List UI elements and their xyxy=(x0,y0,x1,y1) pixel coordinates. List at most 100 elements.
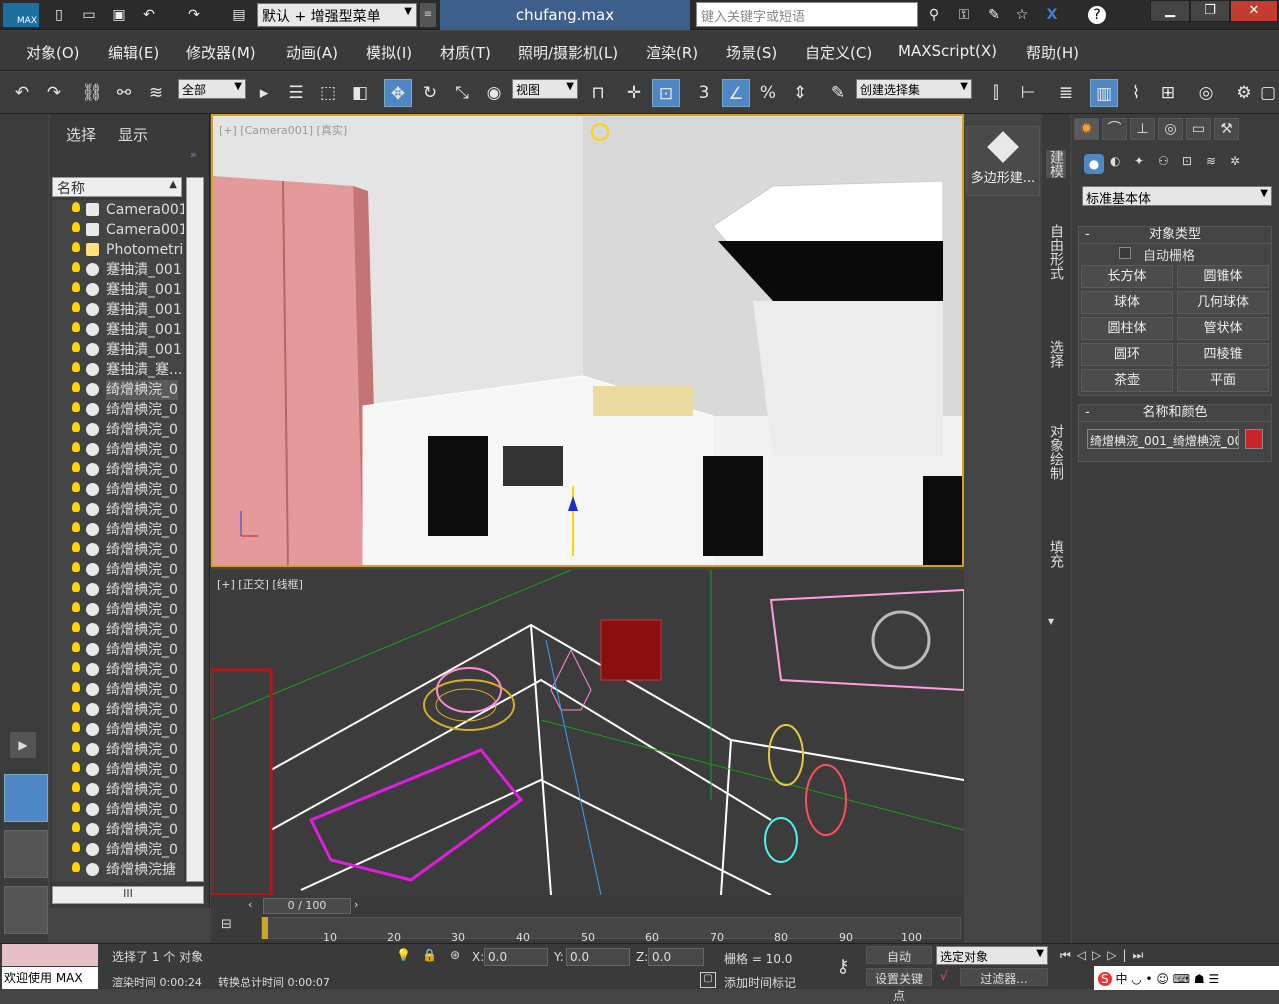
workspace-select[interactable]: 默认 + 增强型菜单 ▼ xyxy=(257,3,417,27)
scene-object-row[interactable]: 蹇抽潰_001 xyxy=(52,280,184,300)
light-bulb-icon[interactable] xyxy=(72,622,80,632)
scene-object-row[interactable]: 绮熷椣浣_0 xyxy=(52,540,184,560)
light-bulb-icon[interactable] xyxy=(72,242,80,252)
restore-button[interactable]: ❐ xyxy=(1190,0,1230,22)
tab-object-paint[interactable]: 对象绘制 xyxy=(1046,424,1066,480)
scene-object-row[interactable]: 蹇抽潰_蹇... xyxy=(52,360,184,380)
light-bulb-icon[interactable] xyxy=(72,262,80,272)
scene-object-row[interactable]: 绮熷椣浣_0 xyxy=(52,600,184,620)
scene-object-row[interactable]: 绮熷椣浣_0 xyxy=(52,760,184,780)
light-bulb-icon[interactable] xyxy=(72,642,80,652)
lock-icon[interactable]: 🔒 xyxy=(422,948,437,962)
tube-button[interactable]: 管状体 xyxy=(1177,317,1269,340)
render-setup-icon[interactable]: ⚙ xyxy=(1230,79,1258,107)
cameras-icon[interactable]: ⚇ xyxy=(1158,154,1169,168)
select-by-name-icon[interactable]: ☰ xyxy=(282,79,310,107)
orthographic-viewport[interactable]: [+] [正交] [线框] xyxy=(211,570,964,895)
tab-freeform[interactable]: 自由形式 xyxy=(1046,224,1066,280)
layout-tab-2[interactable] xyxy=(4,830,48,878)
poly-modeling-button[interactable]: 多边形建... xyxy=(966,126,1040,196)
light-bulb-icon[interactable] xyxy=(72,322,80,332)
isolate-icon[interactable]: 💡 xyxy=(396,948,411,962)
snaps-toggle-icon[interactable]: 3 xyxy=(690,79,718,107)
scene-object-row[interactable]: 绮熷椣浣_0 xyxy=(52,680,184,700)
display-tab-icon[interactable]: ▭ xyxy=(1186,118,1211,140)
light-bulb-icon[interactable] xyxy=(72,522,80,532)
mini-curve-editor-icon[interactable]: ⊟ xyxy=(221,917,245,935)
modify-tab-icon[interactable]: ⌒ xyxy=(1102,118,1127,140)
systems-icon[interactable]: ✲ xyxy=(1230,154,1240,168)
rectangle-region-icon[interactable]: ⬚ xyxy=(314,79,342,107)
light-bulb-icon[interactable] xyxy=(72,582,80,592)
expand-arrows-icon[interactable]: » xyxy=(190,148,197,161)
welcome-text[interactable]: 欢迎使用 MAX xyxy=(2,967,98,989)
redo-icon[interactable]: ↷ xyxy=(185,6,203,24)
box-button[interactable]: 长方体 xyxy=(1081,265,1173,288)
cone-button[interactable]: 圆锥体 xyxy=(1177,265,1269,288)
menu-object[interactable]: 对象(O) xyxy=(26,42,80,63)
scene-object-row[interactable]: Photometric xyxy=(52,240,184,260)
reference-coordinate-select[interactable]: 视图 ▼ xyxy=(512,79,578,99)
cylinder-button[interactable]: 圆柱体 xyxy=(1081,317,1173,340)
geometry-category-select[interactable]: 标准基本体 ▼ xyxy=(1082,186,1272,207)
scene-object-row[interactable]: 绮熷椣浣搪 xyxy=(52,860,184,880)
geosphere-button[interactable]: 几何球体 xyxy=(1177,291,1269,314)
maxscript-listener-mini[interactable] xyxy=(2,944,98,966)
layout-tab-3[interactable] xyxy=(4,886,48,934)
light-bulb-icon[interactable] xyxy=(72,442,80,452)
hierarchy-tab-icon[interactable]: ⊥ xyxy=(1130,118,1155,140)
sogou-icon[interactable]: S xyxy=(1098,972,1112,986)
edit-named-selection-icon[interactable]: ✎ xyxy=(824,79,852,107)
time-slider[interactable]: 0 / 100 xyxy=(263,898,351,914)
spinner-snap-icon[interactable]: ⇕ xyxy=(786,79,814,107)
set-key-mode-icon[interactable]: ⚷ xyxy=(826,950,860,984)
schematic-view-icon[interactable]: ⊞ xyxy=(1154,79,1182,107)
scene-object-row[interactable]: 绮熷椣浣_0 xyxy=(52,640,184,660)
key-filter-select[interactable]: 选定对象 ▼ xyxy=(936,946,1048,965)
light-bulb-icon[interactable] xyxy=(72,362,80,372)
redo-icon[interactable]: ↷ xyxy=(40,79,68,107)
minimize-button[interactable]: ▁ xyxy=(1150,0,1190,22)
light-bulb-icon[interactable] xyxy=(72,702,80,712)
menu-animation[interactable]: 动画(A) xyxy=(286,42,338,63)
torus-button[interactable]: 圆环 xyxy=(1081,343,1173,366)
light-bulb-icon[interactable] xyxy=(72,282,80,292)
scene-object-row[interactable]: 绮熷椣浣_0 xyxy=(52,720,184,740)
unlink-icon[interactable]: ⚯ xyxy=(110,79,138,107)
menu-help[interactable]: 帮助(H) xyxy=(1026,42,1079,63)
key-curve-icon[interactable]: √ xyxy=(940,969,948,983)
scene-object-row[interactable]: 绮熷椣浣_0 xyxy=(52,420,184,440)
percent-snap-icon[interactable]: % xyxy=(754,79,782,107)
menu-lights-cameras[interactable]: 照明/摄影机(L) xyxy=(518,42,618,63)
select-object-icon[interactable]: ▸ xyxy=(250,79,278,107)
pyramid-button[interactable]: 四棱锥 xyxy=(1177,343,1269,366)
link-icon[interactable]: ⛓ xyxy=(78,79,106,107)
scene-object-row[interactable]: Camera001 xyxy=(52,220,184,240)
window-crossing-icon[interactable]: ◧ xyxy=(346,79,374,107)
light-bulb-icon[interactable] xyxy=(72,862,80,872)
motion-tab-icon[interactable]: ◎ xyxy=(1158,118,1183,140)
light-bulb-icon[interactable] xyxy=(72,822,80,832)
move-icon[interactable]: ✥ xyxy=(384,79,412,107)
menu-maxscript[interactable]: MAXScript(X) xyxy=(898,42,997,60)
light-bulb-icon[interactable] xyxy=(72,602,80,612)
undo-icon[interactable]: ↶ xyxy=(8,79,36,107)
light-bulb-icon[interactable] xyxy=(72,722,80,732)
plane-button[interactable]: 平面 xyxy=(1177,369,1269,392)
key-icon[interactable]: ⚿ xyxy=(955,6,973,24)
scene-object-row[interactable]: Camera001 xyxy=(52,200,184,220)
layer-manager-icon[interactable]: ≣ xyxy=(1052,79,1080,107)
tab-selection[interactable]: 选择 xyxy=(1046,340,1066,368)
save-icon[interactable]: ▣ xyxy=(110,6,128,24)
scene-list-scrollbar[interactable] xyxy=(186,177,204,882)
light-bulb-icon[interactable] xyxy=(72,302,80,312)
scene-object-row[interactable]: 绮熷椣浣_0 xyxy=(52,480,184,500)
utilities-tab-icon[interactable]: ⚒ xyxy=(1214,118,1239,140)
time-marker[interactable] xyxy=(262,917,268,939)
object-name-input[interactable]: 绮熷椣浣_001_绮熷椣浣_001 xyxy=(1087,429,1239,449)
menu-customize[interactable]: 自定义(C) xyxy=(805,42,872,63)
project-icon[interactable]: ▤ xyxy=(230,6,248,24)
prev-frame-icon[interactable]: ‹ xyxy=(248,898,262,914)
pivot-center-icon[interactable]: ⊓ xyxy=(584,79,612,107)
scene-object-row[interactable]: 绮熷椣浣_0 xyxy=(52,740,184,760)
